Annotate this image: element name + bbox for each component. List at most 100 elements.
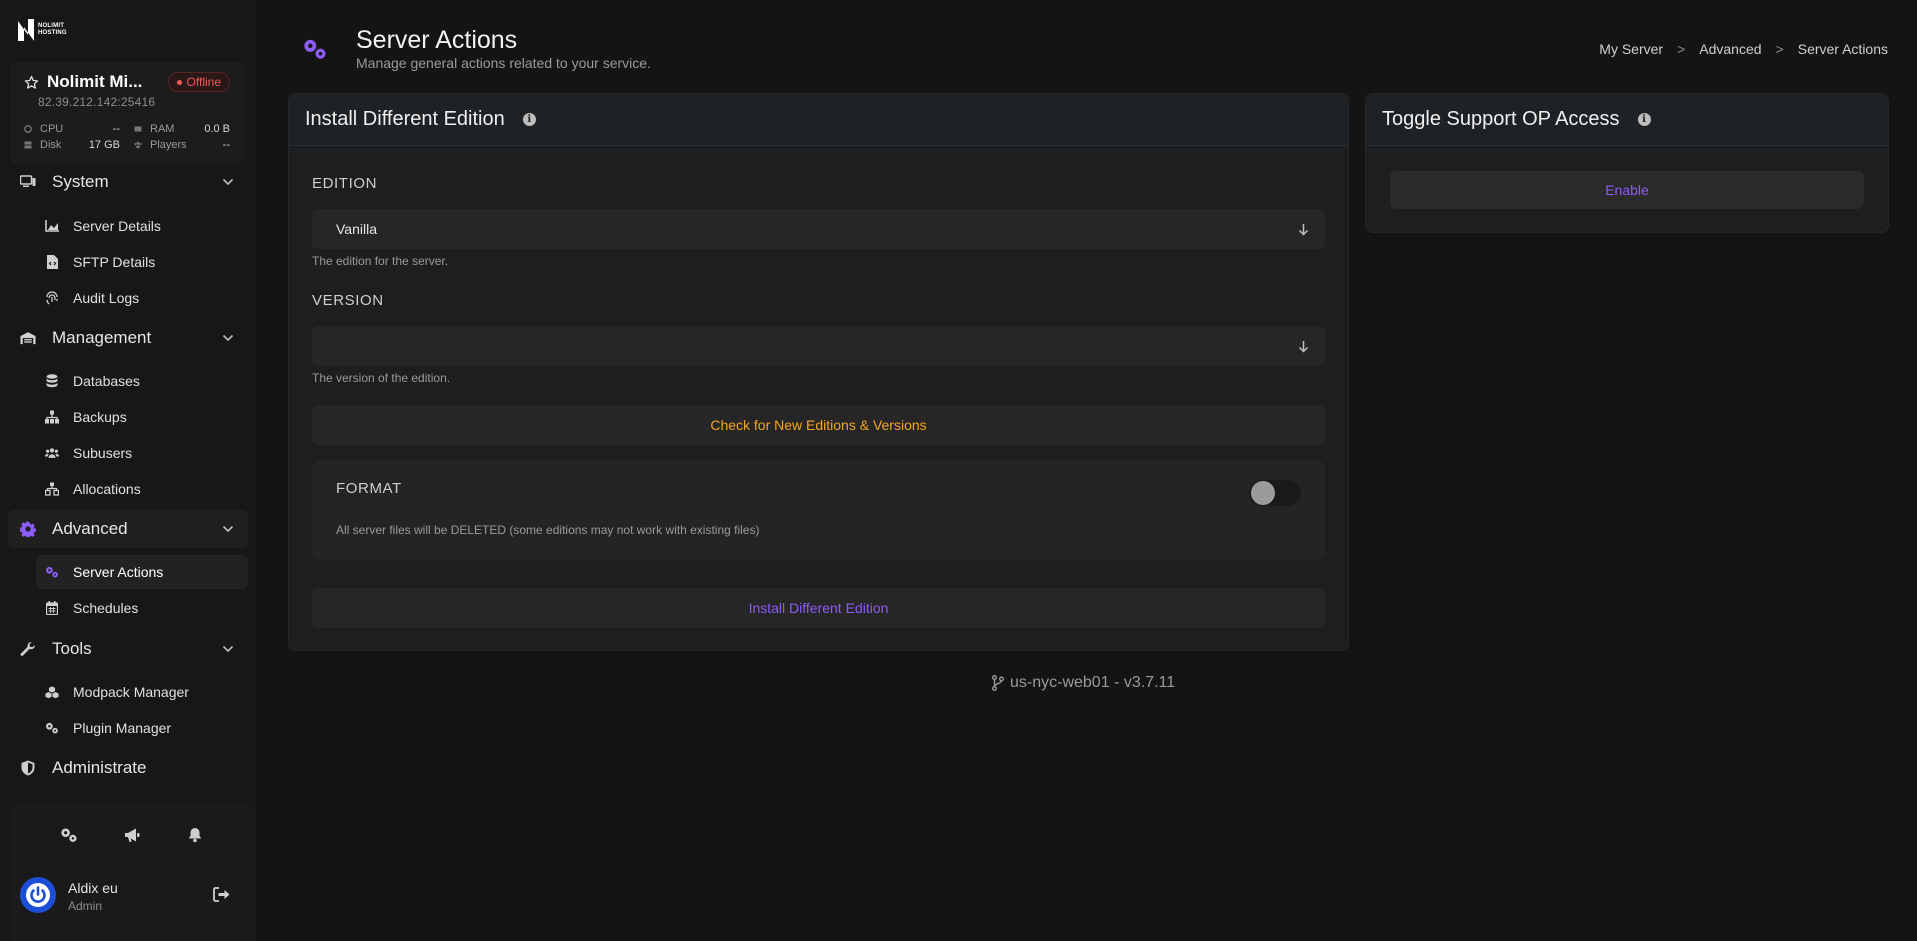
check-editions-button[interactable]: Check for New Editions & Versions [312,405,1325,445]
wrench-icon [20,641,36,657]
sitemap-icon [45,410,59,424]
code-branch-icon [992,675,1004,691]
database-icon [45,374,59,388]
breadcrumb: My Server > Advanced > Server Actions [1599,41,1888,57]
page-subtitle: Manage general actions related to your s… [356,55,651,71]
sidebar-item-subusers[interactable]: Subusers [36,436,248,470]
breadcrumb-separator: > [1677,41,1686,57]
sidebar-item-schedules[interactable]: Schedules [36,591,248,625]
sidebar: NOLIMIT HOSTING Nolimit Mi... Offline 82… [0,0,255,941]
sidebar-item-modpack-manager[interactable]: Modpack Manager [36,675,248,709]
logo-text: NOLIMIT HOSTING [38,23,67,36]
page-header: Server Actions Manage general actions re… [288,24,1888,74]
user-name: Aldix eu [68,880,118,896]
nav-group-system[interactable]: System [8,163,248,201]
chevron-down-icon [222,645,234,653]
status-badge: Offline [167,72,230,92]
chevron-down-icon [222,525,234,533]
gears-icon [45,565,59,579]
shield-icon [20,760,36,776]
edition-select[interactable]: Vanilla [312,209,1325,249]
bell-icon[interactable] [186,826,204,844]
sidebar-footer: Aldix eu Admin [10,802,254,941]
user-role: Admin [68,899,103,913]
edition-label: EDITION [312,175,378,192]
gear-icon [20,521,36,537]
install-edition-card: Install Different Edition i EDITION Vani… [288,93,1349,651]
gears-icon[interactable] [60,826,78,844]
nav-group-advanced[interactable]: Advanced [8,510,248,548]
install-edition-button[interactable]: Install Different Edition [312,588,1325,628]
users-icon [45,446,59,460]
edition-help: The edition for the server. [312,254,449,268]
status-text: Offline [186,75,221,89]
card-title: Install Different Edition [305,108,505,130]
memory-icon [134,125,142,133]
format-toggle[interactable] [1249,480,1301,506]
breadcrumb-advanced[interactable]: Advanced [1699,41,1761,57]
sidebar-item-plugin-manager[interactable]: Plugin Manager [36,711,248,745]
format-label: FORMAT [336,480,402,497]
avatar[interactable] [20,877,56,913]
chevron-down-icon [222,334,234,342]
version-select[interactable] [312,326,1325,366]
desktop-icon [20,174,36,190]
version-label: VERSION [312,292,384,309]
card-title: Toggle Support OP Access [1382,108,1620,130]
toggle-knob [1251,481,1275,505]
breadcrumb-separator: > [1775,41,1784,57]
chart-area-icon [45,219,59,233]
format-warning: All server files will be DELETED (some e… [336,523,760,537]
warehouse-icon [20,330,36,346]
server-ip: 82.39.212.142:25416 [38,95,156,109]
network-wired-icon [45,482,59,496]
sidebar-item-audit-logs[interactable]: Audit Logs [36,281,248,315]
page-title: Server Actions [356,26,518,54]
stat-disk: Disk 17 GB [24,139,120,151]
server-name: Nolimit Mi... [47,72,143,91]
brand-logo[interactable]: NOLIMIT HOSTING [16,14,68,46]
support-op-card: Toggle Support OP Access i Enable [1365,93,1889,233]
version-help: The version of the edition. [312,371,451,385]
disk-icon [24,141,32,149]
breadcrumb-my-server[interactable]: My Server [1599,41,1663,57]
sidebar-item-allocations[interactable]: Allocations [36,472,248,506]
server-card[interactable]: Nolimit Mi... Offline 82.39.212.142:2541… [10,62,244,164]
sidebar-item-server-details[interactable]: Server Details [36,209,248,243]
status-dot-icon [176,79,182,85]
players-icon [134,141,142,149]
edition-select-value: Vanilla [336,221,377,237]
megaphone-icon[interactable] [123,826,141,844]
logout-icon[interactable] [213,887,230,902]
nav-group-administrate[interactable]: Administrate [8,749,248,787]
card-header: Toggle Support OP Access i [1366,94,1888,146]
panel-version: us-nyc-web01 - v3.7.11 [992,674,1175,692]
breadcrumb-server-actions: Server Actions [1797,41,1888,57]
chevron-down-icon [222,178,234,186]
file-code-icon [45,255,59,269]
sidebar-item-server-actions[interactable]: Server Actions [36,555,248,589]
gears-icon [302,38,328,65]
version-text: us-nyc-web01 - v3.7.11 [1010,674,1176,691]
info-icon[interactable]: i [522,113,536,126]
nav-group-management[interactable]: Management [8,319,248,357]
card-header: Install Different Edition i [289,94,1348,146]
sidebar-item-backups[interactable]: Backups [36,400,248,434]
sidebar-item-databases[interactable]: Databases [36,364,248,398]
cpu-icon [24,125,32,133]
star-icon[interactable] [24,75,39,90]
info-icon[interactable]: i [1637,113,1651,126]
cubes-icon [45,685,59,699]
stat-ram: RAM 0.0 B [134,123,230,135]
logo-mark-icon [18,19,34,41]
sidebar-item-sftp-details[interactable]: SFTP Details [36,245,248,279]
server-stats: CPU -- RAM 0.0 B Disk 17 GB Players -- [24,123,230,151]
enable-op-button[interactable]: Enable [1390,171,1864,209]
power-icon [26,883,50,907]
arrow-down-icon [1298,223,1309,236]
fingerprint-icon [45,291,59,305]
stat-players: Players -- [134,139,230,151]
nav-group-tools[interactable]: Tools [8,630,248,668]
footer-icon-bar [10,826,254,844]
stat-cpu: CPU -- [24,123,120,135]
